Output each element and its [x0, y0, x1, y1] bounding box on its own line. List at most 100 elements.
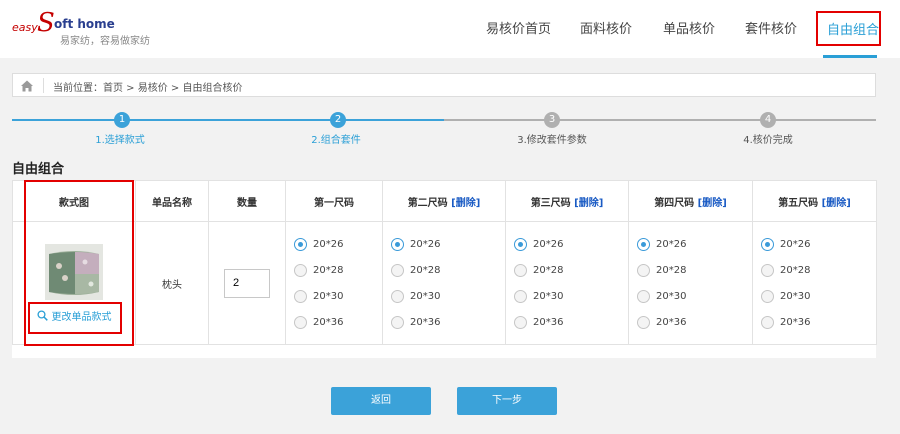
quantity-input[interactable] — [224, 268, 270, 298]
radio[interactable] — [391, 263, 404, 277]
size2-option[interactable]: 20*36 — [391, 309, 505, 335]
delete-size4-link[interactable]: [删除] — [698, 198, 727, 209]
size4-option[interactable]: 20*36 — [637, 309, 752, 335]
cell-qty — [208, 221, 286, 345]
radio[interactable] — [391, 289, 404, 303]
radio-checked[interactable] — [391, 237, 404, 251]
radio[interactable] — [294, 289, 307, 303]
cell-name: 枕头 — [135, 221, 209, 345]
size-label: 20*36 — [656, 316, 687, 328]
size1-option[interactable]: 20*28 — [294, 257, 382, 283]
col-header-size1: 第一尺码 — [285, 180, 383, 222]
size-label: 20*36 — [410, 316, 441, 328]
step-1-circle: 1 — [114, 112, 130, 128]
size-label: 20*30 — [533, 290, 564, 302]
radio[interactable] — [637, 263, 650, 277]
size1-option[interactable]: 20*30 — [294, 283, 382, 309]
delete-size2-link[interactable]: [删除] — [451, 198, 480, 209]
table-row: 更改单品款式 枕头 20*26 20*28 20*30 20*36 20*26 … — [12, 221, 877, 345]
table-header-row: 款式图 单品名称 数量 第一尺码 第二尺码 [删除] 第三尺码 [删除] 第四尺… — [12, 180, 877, 222]
radio[interactable] — [514, 315, 527, 329]
step-line-done — [12, 119, 444, 121]
step-3-circle: 3 — [544, 112, 560, 128]
size3-option[interactable]: 20*26 — [514, 231, 628, 257]
breadcrumb: 当前位置：首页 > 易核价 > 自由组合核价 — [12, 73, 876, 97]
size2-option[interactable]: 20*30 — [391, 283, 505, 309]
step-4-label: 4.核价完成 — [743, 135, 793, 146]
size-label: 20*28 — [780, 264, 811, 276]
radio[interactable] — [637, 315, 650, 329]
radio[interactable] — [391, 315, 404, 329]
size-label: 20*28 — [313, 264, 344, 276]
nav-single-pricing[interactable]: 单品核价 — [663, 18, 715, 37]
size5-options: 20*26 20*28 20*30 20*36 — [753, 231, 876, 335]
size-label: 20*36 — [533, 316, 564, 328]
top-header: easy S oft home 易家纺，容易做家纺 易核价首页 面料核价 单品核… — [0, 0, 900, 58]
home-icon[interactable] — [20, 78, 34, 92]
size-label: 20*30 — [313, 290, 344, 302]
col-header-size5: 第五尺码 [删除] — [752, 180, 877, 222]
size2-option[interactable]: 20*26 — [391, 231, 505, 257]
size1-option[interactable]: 20*36 — [294, 309, 382, 335]
size5-option[interactable]: 20*30 — [761, 283, 876, 309]
breadcrumb-text: 当前位置：首页 > 易核价 > 自由组合核价 — [53, 83, 243, 94]
radio[interactable] — [514, 263, 527, 277]
logo-easy: easy — [12, 21, 38, 34]
size-label: 20*26 — [410, 238, 441, 250]
col-header-qty: 数量 — [208, 180, 286, 222]
size-label: 20*26 — [313, 238, 344, 250]
size5-option[interactable]: 20*28 — [761, 257, 876, 283]
size5-option[interactable]: 20*26 — [761, 231, 876, 257]
size4-option[interactable]: 20*26 — [637, 231, 752, 257]
nav-set-pricing[interactable]: 套件核价 — [745, 18, 797, 37]
size-label: 20*30 — [780, 290, 811, 302]
radio[interactable] — [294, 315, 307, 329]
col-header-size3: 第三尺码 [删除] — [505, 180, 629, 222]
size1-option[interactable]: 20*26 — [294, 231, 382, 257]
size-label: 20*30 — [656, 290, 687, 302]
nav-fabric-pricing[interactable]: 面料核价 — [580, 18, 632, 37]
radio-checked[interactable] — [761, 237, 774, 251]
radio[interactable] — [637, 289, 650, 303]
step-2-label: 2.组合套件 — [311, 135, 361, 146]
nav-free-combo[interactable]: 自由组合 — [827, 19, 879, 38]
step-3-label: 3.修改套件参数 — [517, 135, 587, 146]
size2-options: 20*26 20*28 20*30 20*36 — [383, 231, 505, 335]
highlight-change-link — [28, 302, 122, 334]
size2-title: 第二尺码 — [407, 197, 448, 209]
size3-options: 20*26 20*28 20*30 20*36 — [506, 231, 628, 335]
size3-option[interactable]: 20*28 — [514, 257, 628, 283]
size-label: 20*36 — [313, 316, 344, 328]
radio-checked[interactable] — [637, 237, 650, 251]
radio[interactable] — [761, 315, 774, 329]
radio-checked[interactable] — [514, 237, 527, 251]
size2-option[interactable]: 20*28 — [391, 257, 505, 283]
next-step-button[interactable]: 下一步 — [457, 387, 557, 415]
size1-options: 20*26 20*28 20*30 20*36 — [286, 231, 382, 335]
progress-steps: 1 2 3 4 1.选择款式 2.组合套件 3.修改套件参数 4.核价完成 — [12, 110, 876, 150]
step-line-pending — [444, 119, 876, 121]
size4-option[interactable]: 20*30 — [637, 283, 752, 309]
cell-size5: 20*26 20*28 20*30 20*36 — [752, 221, 877, 345]
size3-option[interactable]: 20*36 — [514, 309, 628, 335]
step-4-circle: 4 — [760, 112, 776, 128]
size5-option[interactable]: 20*36 — [761, 309, 876, 335]
radio[interactable] — [761, 263, 774, 277]
step-1-label: 1.选择款式 — [95, 135, 145, 146]
size3-option[interactable]: 20*30 — [514, 283, 628, 309]
delete-size5-link[interactable]: [删除] — [822, 198, 851, 209]
delete-size3-link[interactable]: [删除] — [574, 198, 603, 209]
section-title: 自由组合 — [12, 162, 65, 177]
radio-checked[interactable] — [294, 237, 307, 251]
nav-home[interactable]: 易核价首页 — [486, 18, 551, 37]
logo-s: S — [37, 8, 55, 38]
radio[interactable] — [294, 263, 307, 277]
size4-option[interactable]: 20*28 — [637, 257, 752, 283]
cell-size3: 20*26 20*28 20*30 20*36 — [505, 221, 629, 345]
logo-slogan: 易家纺，容易做家纺 — [60, 36, 150, 47]
radio[interactable] — [761, 289, 774, 303]
radio[interactable] — [514, 289, 527, 303]
back-button[interactable]: 返回 — [331, 387, 431, 415]
size-label: 20*28 — [410, 264, 441, 276]
logo[interactable]: easy S oft home 易家纺，容易做家纺 — [12, 10, 152, 50]
